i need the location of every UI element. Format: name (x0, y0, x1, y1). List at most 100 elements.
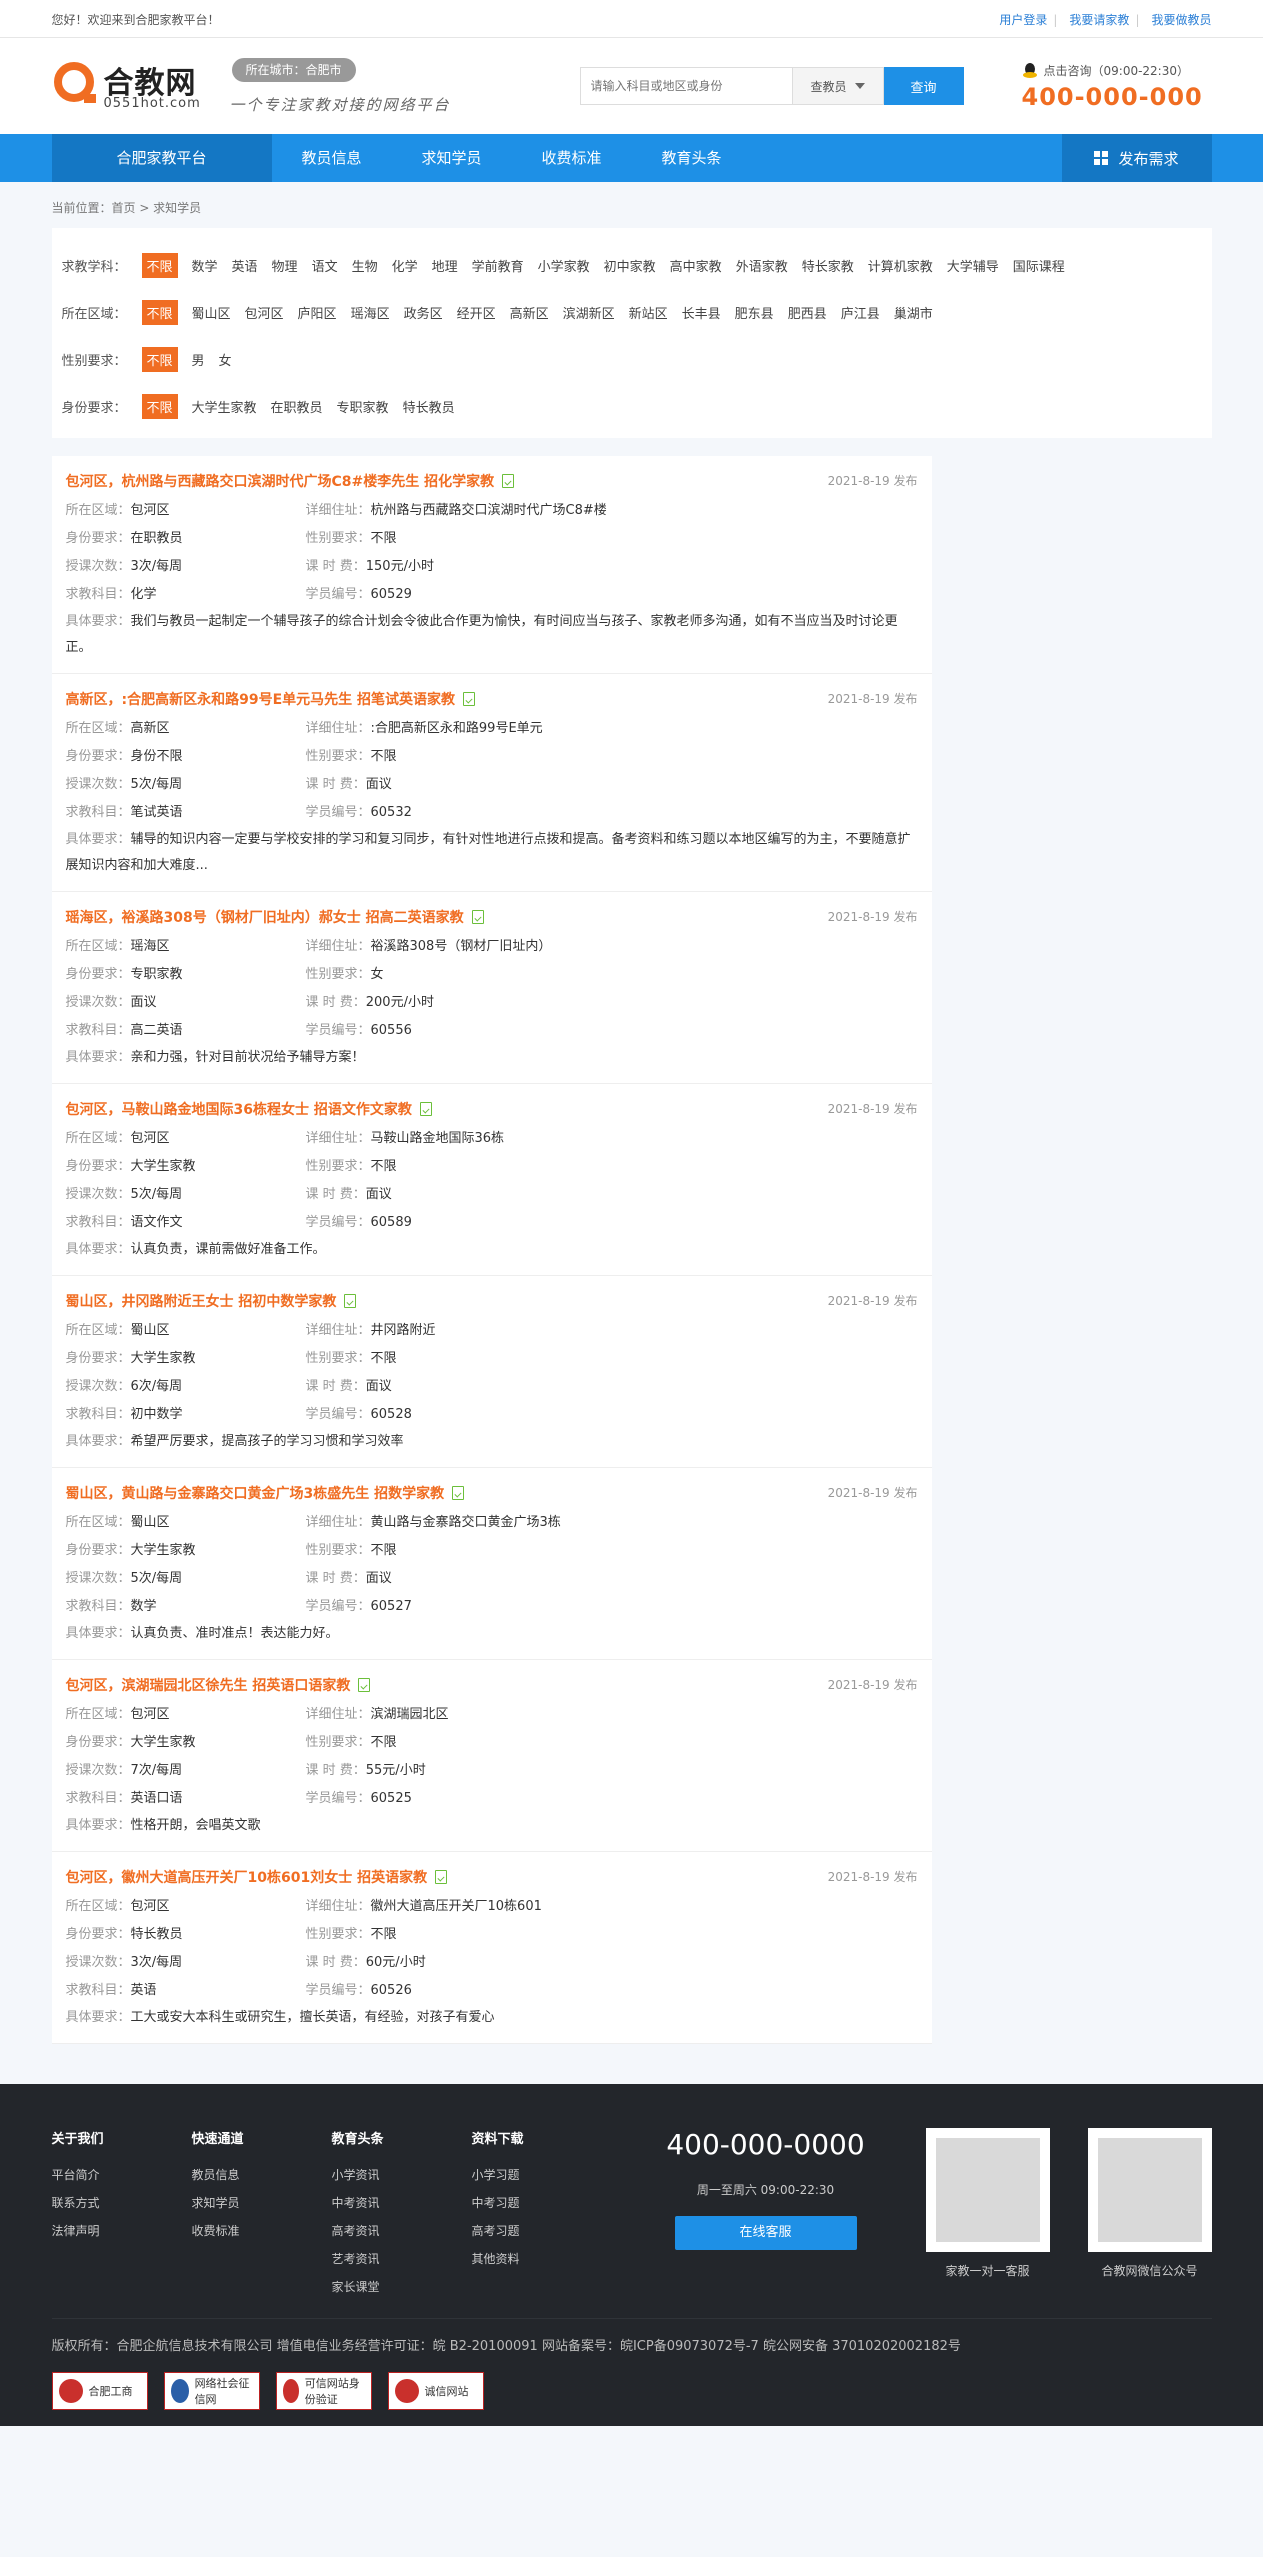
filter-option[interactable]: 女 (219, 350, 232, 369)
field-label: 学员编号： (305, 1407, 371, 1422)
filter-option[interactable]: 肥西县 (788, 303, 827, 322)
filter-option[interactable]: 不限 (141, 253, 178, 278)
filter-option[interactable]: 瑶海区 (351, 303, 390, 322)
filter-option[interactable]: 专职家教 (337, 397, 389, 416)
filter-option[interactable]: 大学辅导 (947, 256, 999, 275)
filter-option[interactable]: 长丰县 (682, 303, 721, 322)
become-tutor-link[interactable]: 我要做教员 (1151, 13, 1211, 27)
job-title[interactable]: 瑶海区，裕溪路308号（钢材厂旧址内）郝女士 招高二英语家教 (66, 906, 918, 928)
filter-option[interactable]: 巢湖市 (894, 303, 933, 322)
footer-link[interactable]: 中考习题 (472, 2189, 612, 2217)
filter-option[interactable]: 地理 (432, 256, 458, 275)
footer-link[interactable]: 小学习题 (472, 2161, 612, 2189)
field-label: 性别要求： (305, 1159, 371, 1174)
filter-option[interactable]: 化学 (392, 256, 418, 275)
login-link[interactable]: 用户登录 (999, 13, 1047, 27)
filter-option[interactable]: 高中家教 (670, 256, 722, 275)
job-field-gender: 性别要求：不限 (306, 525, 918, 553)
filter-option[interactable]: 物理 (272, 256, 298, 275)
job-field-addr: 详细住址：裕溪路308号（钢材厂旧址内） (306, 933, 918, 961)
consult-link[interactable]: 点击咨询（09:00-22:30） (1022, 62, 1212, 79)
footer-link[interactable]: 求知学员 (192, 2189, 332, 2217)
footer-link[interactable]: 高考资讯 (332, 2217, 472, 2245)
job-date: 2021-8-19 发布 (827, 692, 918, 706)
filter-option[interactable]: 庐阳区 (298, 303, 337, 322)
job-details: 所在区域：包河区 详细住址：马鞍山路金地国际36栋 身份要求：大学生家教 性别要求：不… (66, 1125, 918, 1237)
filter-option[interactable]: 计算机家教 (868, 256, 933, 275)
field-value: 马鞍山路金地国际36栋 (370, 1131, 505, 1146)
job-title[interactable]: 蜀山区，黄山路与金寨路交口黄金广场3栋盛先生 招数学家教 (66, 1482, 918, 1504)
field-label: 具体要求： (65, 1050, 131, 1065)
footer-link[interactable]: 收费标准 (192, 2217, 332, 2245)
filter-option[interactable]: 不限 (141, 300, 178, 325)
publish-button[interactable]: 发布需求 (1061, 134, 1212, 182)
field-value: 60526 (370, 1983, 412, 1998)
filter-option[interactable]: 不限 (141, 347, 178, 372)
footer-link[interactable]: 教员信息 (192, 2161, 332, 2189)
online-service-button[interactable]: 在线客服 (674, 2216, 857, 2250)
field-value: 不限 (370, 1543, 397, 1558)
job-title[interactable]: 高新区，:合肥高新区永和路99号E单元马先生 招笔试英语家教 (66, 688, 918, 710)
hire-tutor-link[interactable]: 我要请家教 (1069, 13, 1129, 27)
filter-option[interactable]: 国际课程 (1013, 256, 1065, 275)
job-field-subject: 求教科目：初中数学 (66, 1401, 306, 1429)
badge-trusted[interactable]: 可信网站身份验证 (275, 2372, 372, 2410)
filter-option[interactable]: 高新区 (510, 303, 549, 322)
field-value: 大学生家教 (130, 1735, 196, 1750)
filter-option[interactable]: 特长家教 (802, 256, 854, 275)
footer-link[interactable]: 高考习题 (472, 2217, 612, 2245)
filter-option[interactable]: 生物 (352, 256, 378, 275)
footer-link[interactable]: 艺考资讯 (332, 2245, 472, 2273)
city-selector[interactable]: 所在城市：合肥市 (231, 58, 356, 82)
footer-link[interactable]: 平台简介 (52, 2161, 192, 2189)
search-button[interactable]: 查询 (883, 67, 964, 105)
job-title[interactable]: 包河区，滨湖瑞园北区徐先生 招英语口语家教 (66, 1674, 918, 1696)
nav-fees[interactable]: 收费标准 (512, 134, 632, 182)
nav-students[interactable]: 求知学员 (392, 134, 512, 182)
field-value: 数学 (130, 1599, 157, 1614)
job-title[interactable]: 蜀山区，井冈路附近王女士 招初中数学家教 (66, 1290, 918, 1312)
job-title[interactable]: 包河区，杭州路与西藏路交口滨湖时代广场C8#楼李先生 招化学家教 (66, 470, 918, 492)
filter-option[interactable]: 外语家教 (736, 256, 788, 275)
nav-news[interactable]: 教育头条 (632, 134, 752, 182)
filter-option[interactable]: 大学生家教 (192, 397, 257, 416)
filter-option[interactable]: 语文 (312, 256, 338, 275)
filter-option[interactable]: 包河区 (245, 303, 284, 322)
filter-option[interactable]: 学前教育 (472, 256, 524, 275)
filter-option[interactable]: 新站区 (629, 303, 668, 322)
filter-option[interactable]: 滨湖新区 (563, 303, 615, 322)
filter-option[interactable]: 英语 (232, 256, 258, 275)
footer-link[interactable]: 小学资讯 (332, 2161, 472, 2189)
site-logo[interactable]: 合教网 0551hot.com (52, 58, 222, 114)
filter-option[interactable]: 经开区 (457, 303, 496, 322)
filter-option[interactable]: 初中家教 (604, 256, 656, 275)
search-type-select[interactable]: 查教员 (791, 67, 884, 105)
field-value: 面议 (130, 995, 157, 1010)
filter-option[interactable]: 数学 (192, 256, 218, 275)
badge-integrity[interactable]: 诚信网站 (387, 2372, 484, 2410)
list-item: 瑶海区，裕溪路308号（钢材厂旧址内）郝女士 招高二英语家教 2021-8-19 … (51, 892, 932, 1084)
nav-tutors[interactable]: 教员信息 (272, 134, 392, 182)
footer-link[interactable]: 其他资料 (472, 2245, 612, 2273)
job-title[interactable]: 包河区，马鞍山路金地国际36栋程女士 招语文作文家教 (66, 1098, 918, 1120)
footer-link[interactable]: 中考资讯 (332, 2189, 472, 2217)
filter-option[interactable]: 蜀山区 (192, 303, 231, 322)
field-label: 授课次数： (65, 777, 131, 792)
footer-link[interactable]: 家长课堂 (332, 2273, 472, 2301)
job-title[interactable]: 包河区，徽州大道高压开关厂10栋601刘女士 招英语家教 (66, 1866, 918, 1888)
filter-option[interactable]: 庐江县 (841, 303, 880, 322)
filter-option[interactable]: 不限 (141, 394, 178, 419)
filter-option[interactable]: 政务区 (404, 303, 443, 322)
badge-credit[interactable]: 网络社会征信网 (163, 2372, 260, 2410)
nav-home[interactable]: 合肥家教平台 (51, 134, 272, 182)
footer-link[interactable]: 法律声明 (52, 2217, 192, 2245)
field-value: 不限 (370, 1159, 397, 1174)
badge-business[interactable]: 合肥工商 (51, 2372, 148, 2410)
footer-link[interactable]: 联系方式 (52, 2189, 192, 2217)
search-input[interactable] (579, 67, 792, 105)
filter-option[interactable]: 在职教员 (271, 397, 323, 416)
filter-option[interactable]: 男 (192, 350, 205, 369)
filter-option[interactable]: 特长教员 (403, 397, 455, 416)
filter-option[interactable]: 肥东县 (735, 303, 774, 322)
filter-option[interactable]: 小学家教 (538, 256, 590, 275)
